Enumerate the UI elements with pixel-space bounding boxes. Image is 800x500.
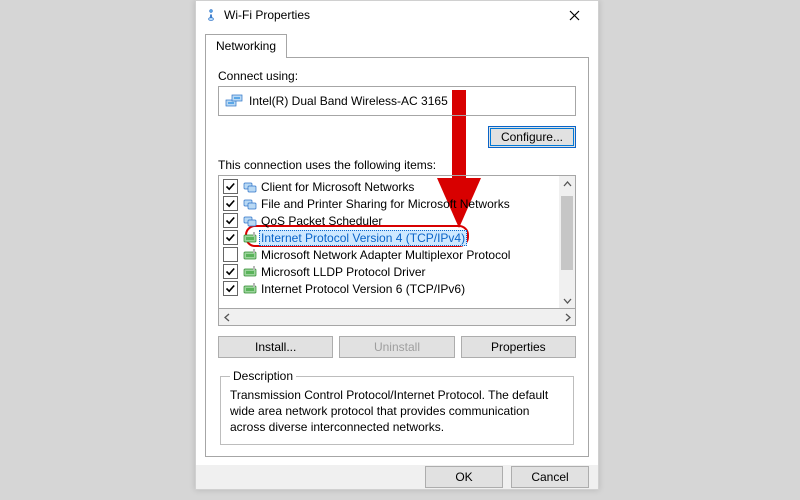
screenshot-stage: Wi-Fi Properties Networking Connect usin… bbox=[0, 0, 800, 500]
list-item[interactable]: File and Printer Sharing for Microsoft N… bbox=[223, 195, 559, 212]
scroll-down-icon[interactable] bbox=[559, 292, 575, 308]
list-item[interactable]: Internet Protocol Version 4 (TCP/IPv4) bbox=[223, 229, 559, 246]
list-item-label: Microsoft Network Adapter Multiplexor Pr… bbox=[259, 248, 512, 262]
wifi-properties-dialog: Wi-Fi Properties Networking Connect usin… bbox=[195, 0, 599, 490]
list-item-label: Client for Microsoft Networks bbox=[259, 180, 416, 194]
checkbox[interactable] bbox=[223, 196, 238, 211]
checkbox[interactable] bbox=[223, 179, 238, 194]
protocol-icon bbox=[242, 281, 258, 297]
list-item[interactable]: Microsoft Network Adapter Multiplexor Pr… bbox=[223, 246, 559, 263]
vertical-scrollbar[interactable] bbox=[559, 176, 575, 308]
list-item-label: Microsoft LLDP Protocol Driver bbox=[259, 265, 428, 279]
uninstall-button: Uninstall bbox=[339, 336, 454, 358]
client-icon bbox=[242, 213, 258, 229]
checkbox[interactable] bbox=[223, 264, 238, 279]
list-item[interactable]: QoS Packet Scheduler bbox=[223, 212, 559, 229]
client-icon bbox=[242, 196, 258, 212]
tab-strip: Networking bbox=[205, 34, 589, 58]
horizontal-scrollbar[interactable] bbox=[218, 309, 576, 326]
scroll-right-icon[interactable] bbox=[559, 309, 575, 325]
list-item-label: File and Printer Sharing for Microsoft N… bbox=[259, 197, 512, 211]
connect-using-label: Connect using: bbox=[218, 69, 576, 83]
protocol-icon bbox=[242, 247, 258, 263]
configure-button[interactable]: Configure... bbox=[488, 126, 576, 148]
networking-panel: Connect using: Intel(R) Dual Band Wirele… bbox=[205, 57, 589, 457]
description-legend: Description bbox=[230, 369, 296, 383]
list-item-label: QoS Packet Scheduler bbox=[259, 214, 384, 228]
checkbox[interactable] bbox=[223, 213, 238, 228]
scroll-up-icon[interactable] bbox=[559, 176, 575, 192]
install-button[interactable]: Install... bbox=[218, 336, 333, 358]
client-icon bbox=[242, 179, 258, 195]
close-button[interactable] bbox=[552, 1, 596, 29]
protocol-icon bbox=[242, 230, 258, 246]
tab-networking[interactable]: Networking bbox=[205, 34, 287, 58]
titlebar: Wi-Fi Properties bbox=[196, 1, 598, 29]
ok-button[interactable]: OK bbox=[425, 466, 503, 488]
description-groupbox: Description Transmission Control Protoco… bbox=[220, 369, 574, 445]
list-item[interactable]: Client for Microsoft Networks bbox=[223, 178, 559, 195]
window-title: Wi-Fi Properties bbox=[224, 8, 552, 22]
dialog-body: Networking Connect using: Intel(R) Dual … bbox=[196, 29, 598, 465]
adapter-name: Intel(R) Dual Band Wireless-AC 3165 bbox=[249, 94, 448, 108]
description-text: Transmission Control Protocol/Internet P… bbox=[230, 387, 564, 436]
protocol-icon bbox=[242, 264, 258, 280]
cancel-button[interactable]: Cancel bbox=[511, 466, 589, 488]
configure-row: Configure... bbox=[218, 126, 576, 148]
checkbox[interactable] bbox=[223, 247, 238, 262]
list-item[interactable]: Microsoft LLDP Protocol Driver bbox=[223, 263, 559, 280]
properties-button[interactable]: Properties bbox=[461, 336, 576, 358]
scroll-left-icon[interactable] bbox=[219, 309, 235, 325]
adapter-display: Intel(R) Dual Band Wireless-AC 3165 bbox=[218, 86, 576, 116]
nic-icon bbox=[225, 94, 243, 108]
list-item[interactable]: Internet Protocol Version 6 (TCP/IPv6) bbox=[223, 280, 559, 297]
scroll-thumb[interactable] bbox=[561, 196, 573, 270]
component-buttons: Install... Uninstall Properties bbox=[218, 336, 576, 358]
dialog-footer: OK Cancel bbox=[196, 465, 598, 489]
list-item-label: Internet Protocol Version 6 (TCP/IPv6) bbox=[259, 282, 467, 296]
list-item-label: Internet Protocol Version 4 (TCP/IPv4) bbox=[259, 230, 467, 246]
checkbox[interactable] bbox=[223, 230, 238, 245]
components-listbox[interactable]: Client for Microsoft Networks File and Pr… bbox=[218, 175, 576, 309]
items-label: This connection uses the following items… bbox=[218, 158, 576, 172]
checkbox[interactable] bbox=[223, 281, 238, 296]
wifi-adapter-icon bbox=[204, 8, 218, 22]
